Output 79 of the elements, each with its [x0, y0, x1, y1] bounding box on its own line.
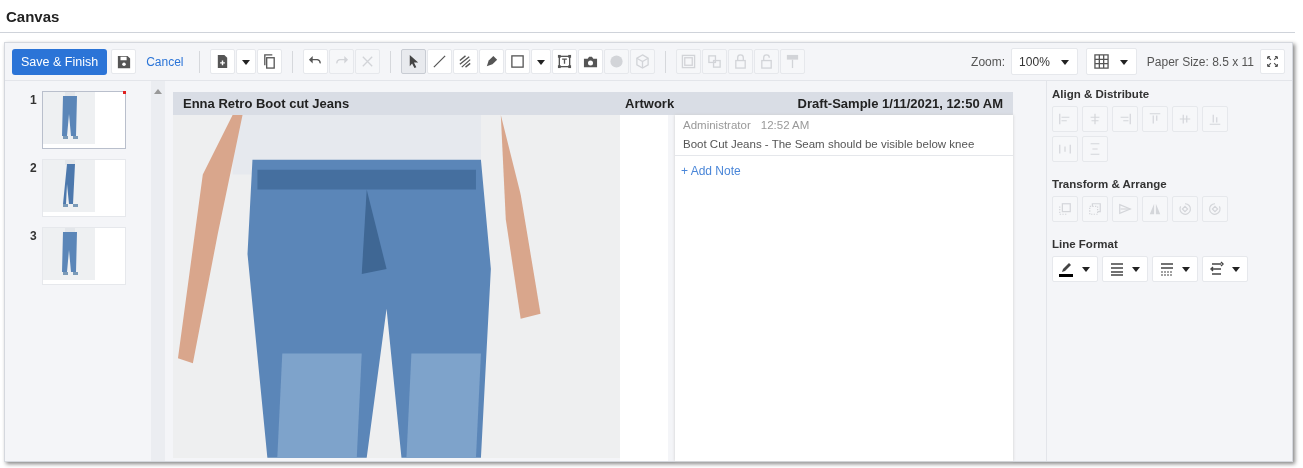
tool-button[interactable] [303, 49, 329, 74]
save-button[interactable] [111, 49, 137, 74]
fullscreen-button[interactable] [1260, 49, 1285, 74]
grid-icon [1093, 54, 1109, 69]
align-right-icon [1118, 112, 1132, 126]
caret-icon [1118, 57, 1129, 66]
bring-forward-icon [1058, 202, 1072, 216]
unlock-icon [759, 54, 775, 69]
note-text: Boot Cut Jeans - The Seam should be visible below knee [683, 138, 976, 150]
caret-icon [1059, 57, 1070, 66]
caret-icon [1131, 265, 1141, 273]
add-note-link[interactable]: + Add Note [675, 156, 1013, 186]
fullscreen-icon [1266, 55, 1279, 68]
tool-button[interactable] [453, 49, 479, 74]
line-weight-icon [1109, 261, 1125, 277]
rotate-right-icon [1208, 202, 1222, 216]
tool-button[interactable] [578, 49, 604, 74]
sphere-icon [609, 54, 625, 69]
note-author: Administrator [683, 119, 751, 133]
pen-icon [484, 54, 500, 69]
save-icon [116, 54, 131, 69]
page-title: Canvas [0, 0, 1295, 33]
align-middle-icon [1178, 112, 1192, 126]
paint-roller-icon [785, 54, 801, 69]
tool-button[interactable] [479, 49, 505, 74]
note-time: 12:52 AM [760, 119, 810, 133]
product-title: Enna Retro Boot cut Jeans [183, 96, 351, 111]
scroll-up-icon [154, 89, 162, 94]
send-backward-icon [1088, 202, 1102, 216]
tool-button[interactable] [210, 49, 236, 74]
align-top-icon [1148, 112, 1162, 126]
rotate-left-icon [1178, 202, 1192, 216]
lock-icon [733, 54, 749, 69]
distribute-vertical-icon [1088, 142, 1102, 156]
section-title: Transform & Arrange [1052, 178, 1168, 190]
caret-icon [1181, 265, 1191, 273]
rectangle-icon [510, 54, 526, 69]
caret-icon [241, 57, 252, 66]
tool-button[interactable] [401, 49, 427, 74]
arrow-style-icon [1209, 261, 1225, 277]
dropdown-button[interactable] [531, 49, 552, 74]
dash-style-icon [1159, 261, 1175, 277]
format-dropdown[interactable] [1202, 256, 1248, 282]
page-thumbnail[interactable] [42, 91, 126, 149]
paper-size-label: Paper Size: 8.5 x 11 [1146, 54, 1254, 69]
group-icon [681, 54, 697, 69]
cube-icon [635, 54, 651, 69]
distribute-horizontal-icon [1058, 142, 1072, 156]
tool-button[interactable] [552, 49, 578, 74]
cancel-link[interactable]: Cancel [146, 54, 184, 69]
align-bottom-icon [1208, 112, 1222, 126]
dropdown-button[interactable] [236, 49, 257, 74]
tool-button[interactable] [505, 49, 531, 74]
zoom-select[interactable]: 100% [1011, 48, 1078, 75]
page-number: 3 [30, 229, 36, 243]
caret-icon [1231, 265, 1241, 273]
flip-vertical-icon [1148, 202, 1162, 216]
save-finish-button[interactable]: Save & Finish [12, 48, 108, 75]
format-dropdown[interactable] [1052, 256, 1098, 282]
align-center-icon [1088, 112, 1102, 126]
section-title: Artwork [625, 96, 675, 111]
caret-icon [536, 57, 547, 66]
camera-icon [583, 54, 599, 69]
text-box-icon [557, 54, 573, 69]
align-left-icon [1058, 112, 1072, 126]
zoom-label: Zoom: [971, 54, 1006, 69]
ungroup-icon [707, 54, 723, 69]
pencil-icon [1059, 261, 1075, 277]
grid-dropdown[interactable] [1085, 48, 1137, 75]
status-text: Draft-Sample 1/11/2021, 12:50 AM [797, 96, 1003, 111]
page-number: 2 [30, 161, 36, 175]
page-number: 1 [30, 93, 36, 107]
flip-horizontal-icon [1118, 202, 1132, 216]
copy-icon [262, 54, 278, 69]
section-title: Align & Distribute [1052, 88, 1151, 100]
tool-button[interactable] [257, 49, 283, 74]
line-icon [432, 54, 448, 69]
section-title: Line Format [1052, 238, 1119, 250]
caret-icon [1081, 265, 1091, 273]
